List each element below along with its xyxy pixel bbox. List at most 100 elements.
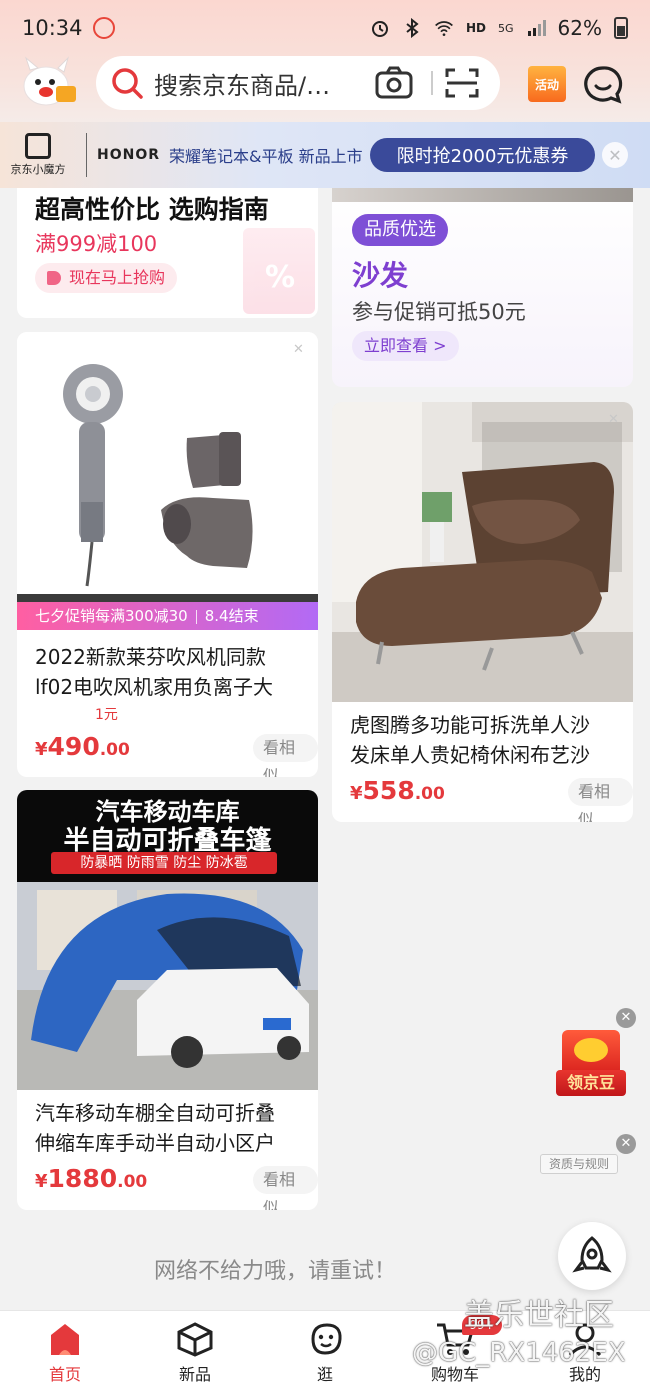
tab-home[interactable]: 首页 bbox=[0, 1311, 130, 1394]
honor-logo: HONOR bbox=[97, 147, 161, 163]
bottom-tab-bar: 首页 新品 逛 购物车 99+ 我的 bbox=[0, 1310, 650, 1394]
product-card-sofa[interactable]: ✕ 虎图腾多功能可拆洗单人沙 发床单人贵妃椅休闲布艺沙 ¥558.00 看相似 bbox=[332, 402, 633, 822]
promo-category: 沙发 bbox=[352, 259, 409, 292]
tab-label: 逛 bbox=[316, 1365, 333, 1384]
browse-face-icon bbox=[311, 1323, 342, 1355]
ad-banner[interactable]: 京东小魔方 HONOR 荣耀笔记本&平板 新品上市 限时抢2000元优惠券 ✕ bbox=[0, 122, 650, 188]
scan-icon[interactable] bbox=[444, 66, 480, 100]
price-decimal: .00 bbox=[414, 784, 445, 804]
battery-percent: 62% bbox=[557, 16, 602, 40]
product-title: 2022新款莱芬吹风机同款 lf02电吹风机家用负离子大 bbox=[35, 642, 273, 702]
similar-button[interactable]: 看相似 bbox=[253, 1166, 318, 1210]
search-box[interactable]: 搜索京东商品/… bbox=[96, 56, 500, 110]
price-currency: ¥ bbox=[350, 783, 363, 804]
activity-button[interactable]: 活动 bbox=[528, 66, 566, 102]
product-title-line2: 发床单人贵妃椅休闲布艺沙 bbox=[350, 743, 590, 767]
ad-coupon-button[interactable]: 限时抢2000元优惠券 bbox=[370, 138, 595, 172]
tab-label: 新品 bbox=[178, 1365, 211, 1384]
product-title-line1: 虎图腾多功能可拆洗单人沙 bbox=[350, 713, 590, 737]
product-promo-strip: 七夕促销每满300减30 8.4结束 bbox=[17, 602, 318, 630]
close-icon[interactable]: ✕ bbox=[608, 412, 619, 427]
cube-icon bbox=[25, 133, 51, 159]
price-currency: ¥ bbox=[35, 739, 48, 760]
product-price: ¥1880.00 bbox=[35, 1164, 147, 1193]
bean-label: 领京豆 bbox=[556, 1070, 626, 1096]
search-input[interactable]: 搜索京东商品/… bbox=[154, 66, 344, 101]
jd-bean-widget[interactable]: 领京豆 bbox=[556, 1030, 626, 1098]
jd-mascot-icon[interactable] bbox=[16, 56, 82, 110]
bluetooth-icon bbox=[406, 18, 419, 38]
coin-icon bbox=[574, 1038, 608, 1062]
back-to-top-button[interactable] bbox=[558, 1222, 626, 1290]
tab-profile[interactable]: 我的 bbox=[520, 1311, 650, 1394]
tab-new[interactable]: 新品 bbox=[130, 1311, 260, 1394]
tab-label: 首页 bbox=[48, 1365, 81, 1384]
similar-button[interactable]: 看相似 bbox=[253, 734, 318, 777]
product-image-base bbox=[17, 594, 318, 602]
product-title: 汽车移动车棚全自动可折叠 伸缩车库手动半自动小区户 bbox=[35, 1098, 275, 1158]
profile-icon bbox=[568, 1323, 602, 1357]
status-time: 10:34 bbox=[22, 16, 83, 40]
shopping-bag-icon: % bbox=[243, 228, 315, 314]
home-icon bbox=[51, 1324, 79, 1355]
promo-strip-end: 8.4结束 bbox=[204, 607, 259, 625]
product-tag: 1元 bbox=[95, 707, 118, 723]
price-decimal: .00 bbox=[117, 1172, 148, 1192]
promo-card-guide[interactable]: 超高性价比 选购指南 满999减100 现在马上抢购 % bbox=[17, 188, 318, 318]
price-currency: ¥ bbox=[35, 1171, 48, 1192]
product-image-hairdryer bbox=[17, 332, 318, 594]
quality-badge: 品质优选 bbox=[352, 214, 448, 246]
search-icon bbox=[112, 68, 143, 99]
signal-icon bbox=[527, 20, 546, 36]
hd-indicator: HD bbox=[466, 21, 487, 35]
status-right: HD 5G 62% bbox=[370, 16, 628, 40]
search-divider bbox=[431, 71, 433, 95]
product-card-car-garage[interactable]: 汽车移动车库 半自动可折叠车篷 防暴晒 防雨雪 防尘 防冰雹 汽车移动车棚全自动… bbox=[17, 790, 318, 1210]
banner-line2: 半自动可折叠车篷 bbox=[63, 826, 272, 856]
price-decimal: .00 bbox=[99, 740, 130, 760]
product-card-hairdryer[interactable]: ✕ 七夕促销每满300减30 8.4结束 2022新款莱芬吹风机同款 lf02电吹… bbox=[17, 332, 318, 777]
product-title-line1: 汽车移动车棚全自动可折叠 bbox=[35, 1101, 275, 1125]
wifi-icon bbox=[435, 21, 453, 36]
promo-subtitle: 满999减100 bbox=[35, 232, 158, 256]
product-title-line1: 2022新款莱芬吹风机同款 bbox=[35, 645, 266, 669]
tab-label: 我的 bbox=[568, 1365, 601, 1384]
signal-indicator: 5G bbox=[498, 21, 514, 35]
promo-strip-text: 七夕促销每满300减30 bbox=[35, 607, 188, 625]
product-image-sofa bbox=[332, 402, 633, 702]
qualification-link[interactable]: 资质与规则 bbox=[540, 1154, 618, 1174]
product-title: 虎图腾多功能可拆洗单人沙 发床单人贵妃椅休闲布艺沙 bbox=[350, 710, 590, 770]
close-icon[interactable]: ✕ bbox=[293, 342, 304, 357]
price-integer: 558 bbox=[362, 776, 415, 805]
ad-separator bbox=[86, 133, 87, 177]
promo-title: 超高性价比 选购指南 bbox=[35, 195, 269, 224]
product-price: ¥490.00 bbox=[35, 732, 130, 761]
close-icon[interactable]: ✕ bbox=[602, 142, 628, 168]
product-title-line2: lf02电吹风机家用负离子大 bbox=[35, 675, 274, 699]
promo-image-strip bbox=[332, 188, 633, 202]
tab-browse[interactable]: 逛 bbox=[260, 1311, 390, 1394]
status-bar: 10:34 HD 5G 62% bbox=[0, 0, 650, 56]
speaker-icon bbox=[47, 271, 61, 285]
close-icon[interactable]: ✕ bbox=[616, 1008, 636, 1028]
cart-badge: 99+ bbox=[462, 1315, 502, 1335]
close-icon[interactable]: ✕ bbox=[616, 1134, 636, 1154]
camera-icon[interactable] bbox=[374, 65, 414, 101]
network-error-message[interactable]: 网络不给力哦，请重试！ bbox=[0, 1253, 650, 1285]
ad-text: 荣耀笔记本&平板 新品上市 bbox=[169, 147, 363, 166]
alarm-icon bbox=[372, 21, 388, 37]
similar-button[interactable]: 看相似 bbox=[568, 778, 633, 822]
banner-line3: 防暴晒 防雨雪 防尘 防冰雹 bbox=[80, 855, 248, 871]
view-now-button[interactable]: 立即查看 > bbox=[352, 331, 459, 361]
search-row: 搜索京东商品/… 活动 bbox=[0, 56, 650, 118]
ad-brand-sub: 京东小魔方 bbox=[10, 163, 66, 176]
message-icon[interactable] bbox=[582, 64, 624, 106]
product-title-line2: 伸缩车库手动半自动小区户 bbox=[35, 1131, 275, 1155]
promo-card-sofa[interactable]: 品质优选 沙发 参与促销可抵50元 立即查看 > bbox=[332, 188, 633, 387]
promo-cta-button[interactable]: 现在马上抢购 bbox=[35, 263, 178, 293]
promo-desc: 参与促销可抵50元 bbox=[352, 300, 526, 324]
new-cube-icon bbox=[177, 1322, 213, 1357]
rocket-icon bbox=[572, 1236, 612, 1273]
product-price: ¥558.00 bbox=[350, 776, 445, 805]
tab-label: 购物车 bbox=[430, 1365, 479, 1384]
